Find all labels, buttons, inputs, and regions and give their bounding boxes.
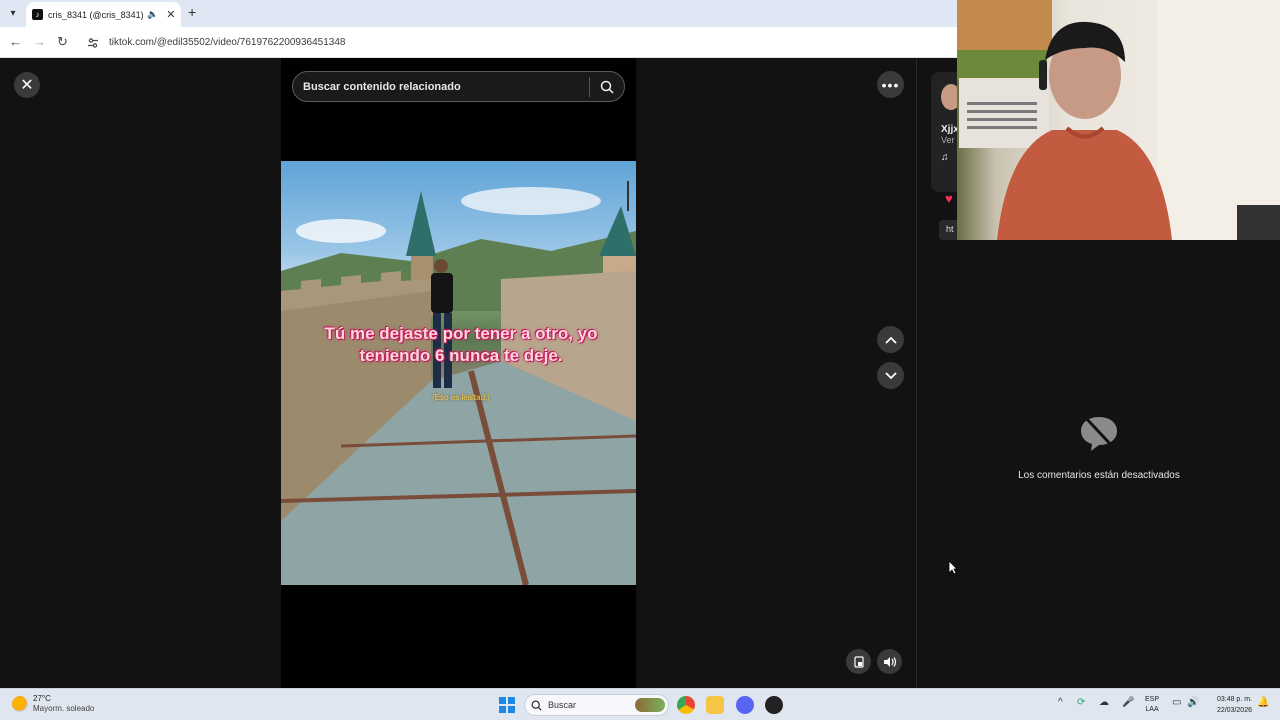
floating-player-button[interactable] xyxy=(846,649,871,674)
show-hidden-icons-chevron-icon[interactable]: ^ xyxy=(1058,697,1063,708)
windows-start-icon[interactable] xyxy=(499,697,515,713)
webcam-feed-image xyxy=(957,0,1280,240)
author-subtitle: Ver xyxy=(941,135,955,145)
tab-audio-icon[interactable]: 🔈 xyxy=(147,9,158,20)
next-video-button[interactable] xyxy=(877,362,904,389)
comments-disabled-icon xyxy=(1077,413,1121,458)
discord-app-icon[interactable] xyxy=(736,696,754,714)
taskbar-search-label: Buscar xyxy=(548,700,577,710)
reload-icon[interactable]: ↻ xyxy=(57,34,68,50)
sun-cloud-icon xyxy=(12,696,28,712)
clock-time: 03:48 p. m. xyxy=(1216,696,1252,703)
chevron-down-icon xyxy=(884,371,897,379)
close-video-button[interactable]: ✕ xyxy=(14,72,40,98)
chevron-up-icon xyxy=(884,336,897,344)
search-icon xyxy=(531,700,542,711)
weather-temperature: 27°C xyxy=(33,694,51,703)
notification-bell-icon[interactable]: 🔔 xyxy=(1257,697,1269,708)
heart-icon[interactable]: ♥ xyxy=(945,191,953,206)
mouse-cursor-icon xyxy=(948,560,958,580)
close-icon: ✕ xyxy=(20,77,34,94)
site-info-icon[interactable] xyxy=(86,36,100,50)
tab-search-chevron-icon[interactable]: ▾ xyxy=(5,5,21,21)
taskbar-search-box[interactable]: Buscar xyxy=(524,694,669,716)
file-explorer-icon[interactable] xyxy=(706,696,724,714)
back-arrow-icon[interactable]: ← xyxy=(9,34,22,49)
video-frame-scene xyxy=(281,181,636,585)
tab-close-icon[interactable]: ✕ xyxy=(166,8,175,21)
cloud-icon[interactable]: ☁ xyxy=(1099,697,1109,708)
chrome-app-icon[interactable] xyxy=(677,696,695,714)
video-column: Buscar contenido relacionado Tú me dejas… xyxy=(281,58,636,688)
sync-icon[interactable]: ⟳ xyxy=(1077,697,1085,708)
weather-widget[interactable]: 27°C Mayorm. soleado xyxy=(12,694,94,714)
browser-tab[interactable]: ♪ cris_8341 (@cris_8341) | Tik 🔈 ✕ xyxy=(26,2,181,27)
forward-arrow-icon[interactable]: → xyxy=(33,34,46,49)
video-player[interactable]: Tú me dejaste por tener a otro, yo tenie… xyxy=(281,161,636,585)
speaker-icon[interactable]: 🔊 xyxy=(1187,697,1199,708)
system-clock[interactable]: 03:48 p. m. 22/03/2026 xyxy=(1206,694,1252,716)
search-highlight-image xyxy=(635,698,665,712)
network-icon[interactable]: ▭ xyxy=(1172,697,1181,708)
search-placeholder: Buscar contenido relacionado xyxy=(303,80,461,93)
microphone-icon[interactable]: 🎤 xyxy=(1122,697,1134,708)
volume-button[interactable] xyxy=(877,649,902,674)
volume-icon xyxy=(883,656,896,667)
webcam-overlay xyxy=(957,0,1280,240)
windows-taskbar: 27°C Mayorm. soleado Buscar ^ ⟳ ☁ 🎤 ESP … xyxy=(0,688,1280,720)
obs-app-icon[interactable] xyxy=(765,696,783,714)
new-tab-plus-icon[interactable]: + xyxy=(188,4,196,20)
music-note-icon[interactable]: ♫ xyxy=(941,152,949,163)
url-text: tiktok.com/@edil35502/video/761976220093… xyxy=(109,37,346,48)
keyboard-layout: LAA xyxy=(1145,706,1159,713)
pip-icon xyxy=(853,655,864,668)
more-options-button[interactable]: ••• xyxy=(877,71,904,98)
comments-disabled-text: Los comentarios están desactivados xyxy=(1018,470,1180,481)
previous-video-button[interactable] xyxy=(877,326,904,353)
video-caption: Tú me dejaste por tener a otro, yo tenie… xyxy=(324,324,598,365)
video-sub-caption: (Eso es lealtad.) xyxy=(432,393,490,402)
language-code: ESP xyxy=(1145,696,1160,703)
search-button[interactable] xyxy=(590,80,624,94)
search-icon xyxy=(600,80,614,94)
weather-description: Mayorm. soleado xyxy=(33,704,95,713)
tab-title: cris_8341 (@cris_8341) | Tik xyxy=(48,9,144,20)
ellipsis-icon: ••• xyxy=(881,76,900,93)
language-indicator[interactable]: ESP LAA xyxy=(1145,695,1159,715)
clock-date: 22/03/2026 xyxy=(1216,707,1252,714)
tiktok-favicon-icon: ♪ xyxy=(32,9,43,20)
related-search-input[interactable]: Buscar contenido relacionado xyxy=(292,71,625,102)
